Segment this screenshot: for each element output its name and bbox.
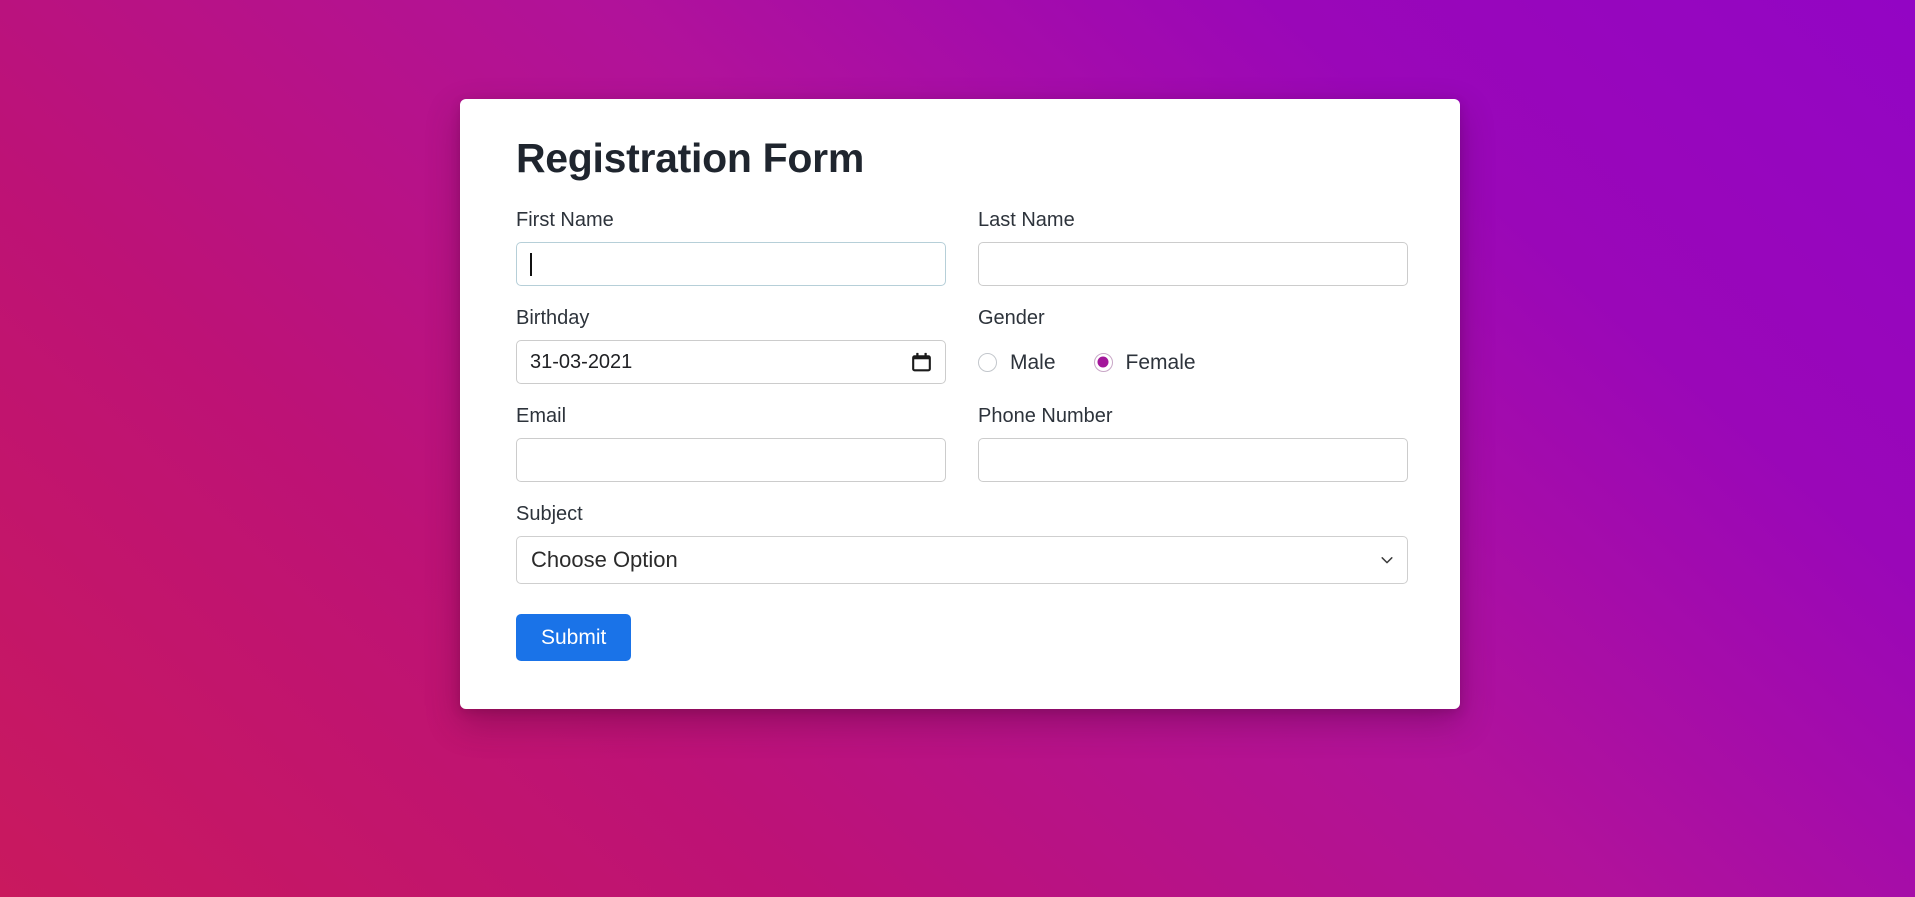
field-birthday: Birthday [516,306,946,385]
field-phone-number: Phone Number [978,404,1408,483]
field-last-name: Last Name [978,208,1408,287]
first-name-input[interactable] [516,242,946,287]
gender-option-male-label: Male [1010,350,1056,374]
form-row-subject: Subject Choose Option [516,502,1408,585]
email-label: Email [516,405,567,428]
first-name-input-wrap [516,242,946,287]
chevron-down-icon [1381,557,1393,564]
gender-label: Gender [978,307,1045,330]
registration-form-card: Registration Form First Name Last Name B… [460,99,1460,710]
form-row-submit: Submit [516,614,1404,662]
birthday-label: Birthday [516,307,590,330]
subject-select[interactable]: Choose Option [516,536,1408,585]
gender-option-male[interactable]: Male [978,352,1056,373]
gender-option-female-label: Female [1125,350,1196,374]
first-name-label: First Name [516,209,614,232]
form-row-birthday-gender: Birthday Gender Male Fe [516,306,1404,385]
subject-selected-value: Choose Option [531,547,678,573]
phone-number-label: Phone Number [978,405,1113,428]
page-title: Registration Form [516,135,864,181]
birthday-input-wrap [516,340,946,385]
phone-number-input[interactable] [978,438,1408,483]
radio-icon-male[interactable] [978,352,997,372]
text-caret [530,253,532,277]
last-name-input[interactable] [978,242,1408,287]
birthday-input[interactable] [516,340,946,385]
subject-label: Subject [516,503,583,526]
gender-radio-group: Male Female [978,340,1408,384]
email-input[interactable] [516,438,946,483]
form-row-contact: Email Phone Number [516,404,1408,483]
form-row-names: First Name Last Name [516,208,1408,287]
radio-icon-female[interactable] [1093,352,1113,372]
field-first-name: First Name [516,208,946,287]
field-subject: Subject Choose Option [516,502,1408,585]
last-name-label: Last Name [978,209,1075,232]
subject-select-wrap: Choose Option [516,536,1408,585]
submit-button[interactable]: Submit [516,614,632,662]
field-gender: Gender Male Female [978,306,1408,384]
gender-option-female[interactable]: Female [1093,350,1196,374]
field-email: Email [516,404,946,483]
